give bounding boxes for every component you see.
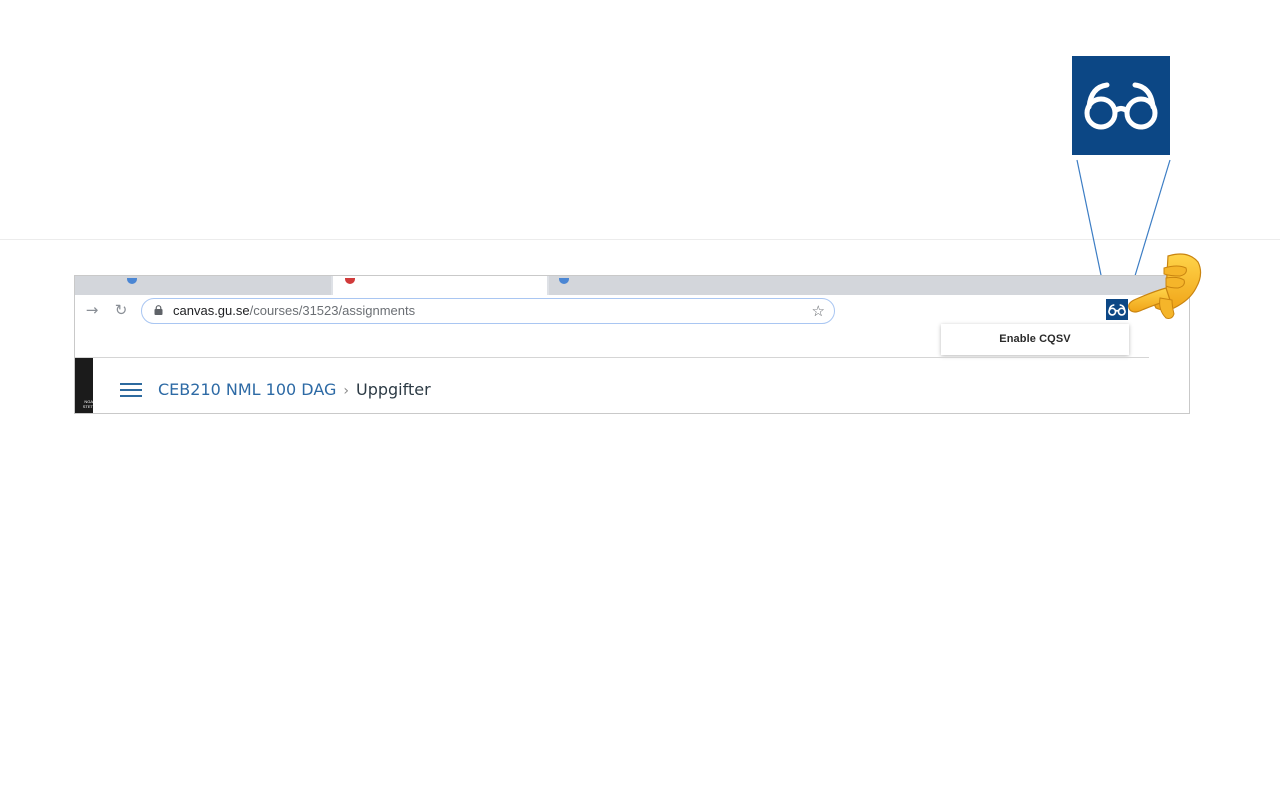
- url-host: canvas.gu.se: [173, 303, 250, 318]
- logo-text: NGA STET: [82, 399, 93, 409]
- extension-icon-zoom: [1072, 56, 1170, 155]
- tab-1[interactable]: [75, 276, 331, 295]
- url-path: /courses/31523/assignments: [249, 303, 416, 318]
- pointing-hand-icon: [1128, 253, 1202, 319]
- slide-divider: [0, 239, 1280, 240]
- forward-icon[interactable]: →: [84, 302, 100, 318]
- enable-cqsv-menu-item[interactable]: Enable CQSV: [941, 324, 1129, 355]
- breadcrumb-current: Uppgifter: [356, 380, 431, 399]
- tab-3[interactable]: [549, 276, 1189, 295]
- breadcrumb-course-link[interactable]: CEB210 NML 100 DAG: [158, 380, 336, 399]
- tab-favicon: [345, 278, 355, 284]
- tutorial-slide: → ↻ canvas.gu.se/courses/31523/assignmen…: [0, 0, 1280, 800]
- glasses-icon: [1084, 82, 1158, 129]
- address-bar[interactable]: canvas.gu.se/courses/31523/assignments ☆: [141, 298, 835, 324]
- tab-favicon: [559, 278, 569, 284]
- browser-toolbar: → ↻ canvas.gu.se/courses/31523/assignmen…: [75, 295, 1189, 357]
- extension-menu: Enable CQSV: [941, 324, 1129, 355]
- url-text: canvas.gu.se/courses/31523/assignments: [173, 303, 415, 319]
- bookmark-star-icon[interactable]: ☆: [812, 302, 825, 320]
- breadcrumb-separator: ›: [343, 383, 349, 399]
- browser-window: → ↻ canvas.gu.se/courses/31523/assignmen…: [74, 275, 1190, 414]
- tab-favicon: [127, 278, 137, 284]
- tab-2[interactable]: [333, 276, 547, 295]
- toolbar-divider: [75, 357, 1149, 358]
- university-logo: NGA STET: [75, 358, 93, 413]
- course-menu-button[interactable]: [120, 383, 142, 399]
- lock-icon: [154, 305, 163, 315]
- breadcrumb: CEB210 NML 100 DAG › Uppgifter: [158, 379, 431, 401]
- tab-strip: [75, 276, 1189, 295]
- reload-icon[interactable]: ↻: [113, 302, 129, 318]
